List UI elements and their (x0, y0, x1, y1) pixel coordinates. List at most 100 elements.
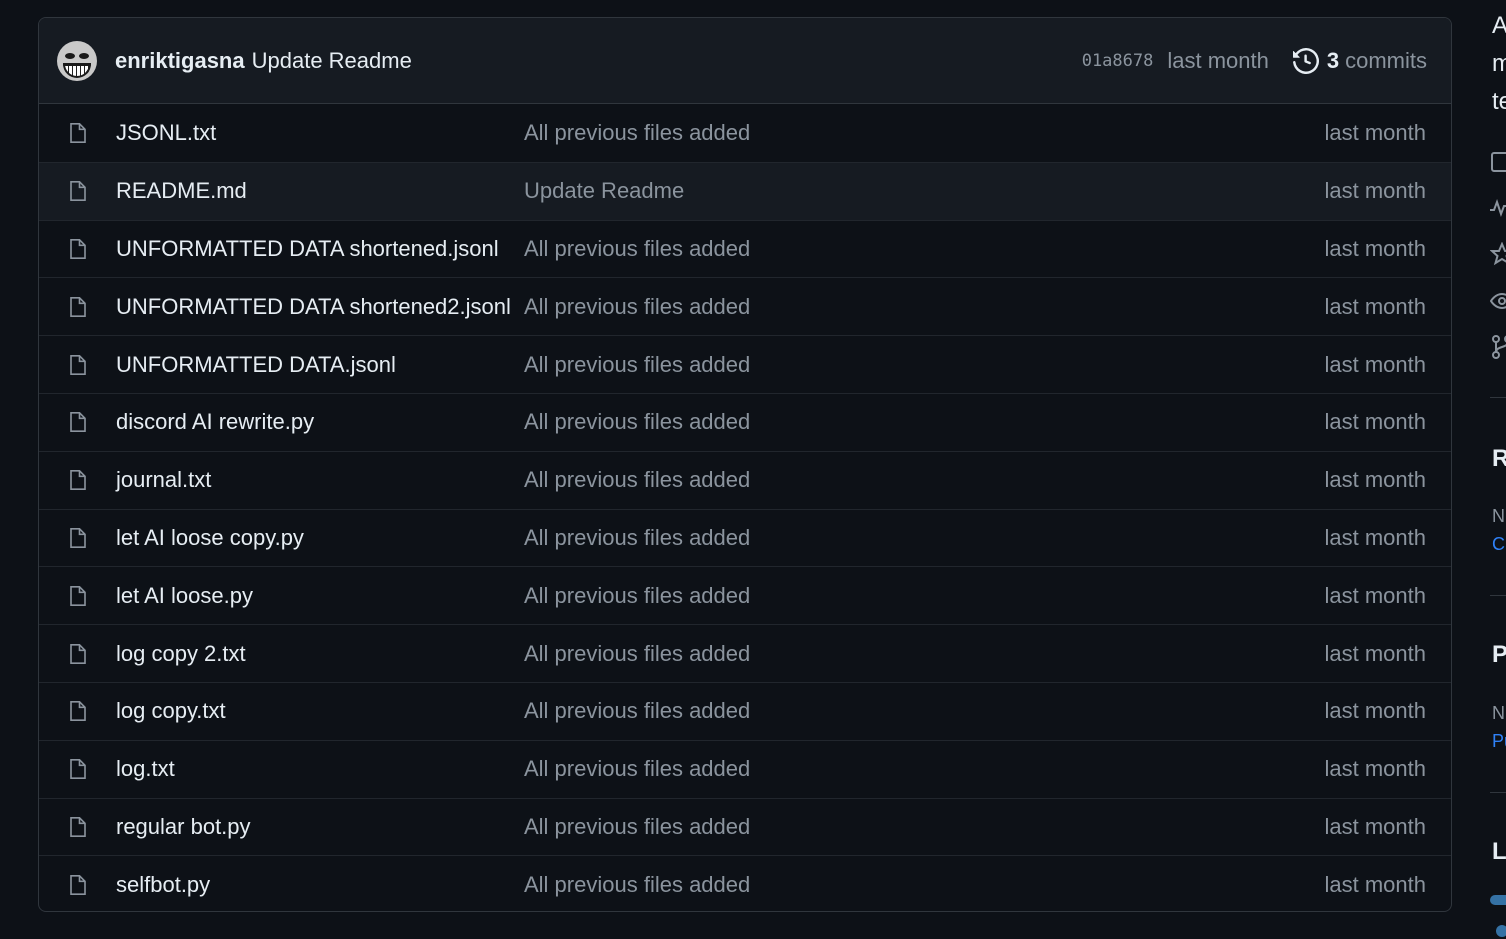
create-release-link[interactable]: Cr (1492, 534, 1506, 555)
file-commit-time: last month (1324, 871, 1427, 897)
file-row[interactable]: log copy.txt All previous files added la… (39, 681, 1451, 740)
file-row[interactable]: discord AI rewrite.py All previous files… (39, 392, 1451, 451)
file-icon (66, 410, 90, 434)
commit-sha-link[interactable]: 01a8678 (1082, 51, 1154, 71)
commits-count: 3 (1326, 47, 1340, 73)
file-commit-time: last month (1324, 409, 1427, 435)
file-icon (66, 179, 90, 203)
file-commit-message-link[interactable]: All previous files added (524, 352, 1325, 378)
file-icon (66, 757, 90, 781)
file-row[interactable]: UNFORMATTED DATA shortened2.jsonl All pr… (39, 277, 1451, 335)
releases-heading[interactable]: R (1492, 445, 1506, 473)
file-list: JSONL.txt All previous files added last … (39, 104, 1451, 911)
file-name-link[interactable]: JSONL.txt (116, 120, 524, 146)
file-icon (66, 121, 90, 145)
file-icon (66, 468, 90, 492)
file-name-link[interactable]: selfbot.py (116, 872, 524, 898)
file-icon (66, 526, 90, 550)
repository-page: enriktigasna Update Readme 01a8678 last … (0, 0, 1506, 939)
packages-heading[interactable]: P (1492, 641, 1506, 669)
pulse-icon[interactable] (1490, 196, 1506, 220)
file-name-link[interactable]: regular bot.py (116, 814, 524, 840)
file-commit-message-link[interactable]: All previous files added (524, 525, 1325, 551)
file-name-link[interactable]: let AI loose copy.py (116, 525, 524, 551)
file-commit-message-link[interactable]: All previous files added (524, 756, 1325, 782)
file-commit-message-link[interactable]: All previous files added (524, 120, 1325, 146)
packages-empty-text: N (1492, 703, 1505, 723)
file-row[interactable]: log.txt All previous files added last mo… (39, 739, 1451, 798)
languages-heading: La (1492, 838, 1506, 865)
file-commit-message-link[interactable]: All previous files added (524, 409, 1325, 435)
file-commit-time: last month (1324, 813, 1427, 839)
file-commit-message-link[interactable]: All previous files added (524, 814, 1325, 840)
file-commit-time: last month (1324, 756, 1427, 782)
file-name-link[interactable]: log.txt (116, 756, 524, 782)
commit-history-link[interactable]: 3 commits (1292, 47, 1427, 74)
file-name-link[interactable]: discord AI rewrite.py (116, 409, 524, 435)
file-commit-message-link[interactable]: All previous files added (524, 236, 1325, 262)
file-row[interactable]: let AI loose.py All previous files added… (39, 566, 1451, 624)
about-text-line: te (1492, 88, 1506, 115)
file-icon (66, 873, 90, 897)
file-icon (66, 584, 90, 608)
file-row[interactable]: let AI loose copy.py All previous files … (39, 508, 1451, 567)
file-name-link[interactable]: journal.txt (116, 467, 524, 493)
file-row[interactable]: regular bot.py All previous files added … (39, 797, 1451, 856)
file-commit-message-link[interactable]: All previous files added (524, 698, 1325, 724)
file-commit-time: last month (1324, 698, 1427, 724)
file-commit-time: last month (1324, 235, 1427, 261)
file-row[interactable]: UNFORMATTED DATA.jsonl All previous file… (39, 335, 1451, 393)
commit-time: last month (1167, 47, 1269, 73)
eye-icon[interactable] (1490, 289, 1506, 313)
file-row[interactable]: log copy 2.txt All previous files added … (39, 624, 1451, 682)
fork-icon[interactable] (1490, 335, 1506, 359)
repo-sidebar: A m te R N Cr P N Pu La (1490, 0, 1506, 939)
file-commit-time: last month (1324, 178, 1427, 204)
sidebar-divider (1490, 397, 1506, 398)
file-name-link[interactable]: log copy 2.txt (116, 641, 524, 667)
commit-author-link[interactable]: enriktigasna (115, 48, 245, 74)
commits-label: commits (1345, 47, 1427, 73)
file-commit-message-link[interactable]: All previous files added (524, 872, 1325, 898)
sidebar-divider (1490, 595, 1506, 596)
file-icon (66, 815, 90, 839)
file-commit-message-link[interactable]: All previous files added (524, 294, 1325, 320)
file-name-link[interactable]: UNFORMATTED DATA.jsonl (116, 352, 524, 378)
file-name-link[interactable]: README.md (116, 178, 524, 204)
file-commit-message-link[interactable]: Update Readme (524, 178, 1325, 204)
file-icon (66, 699, 90, 723)
file-commit-time: last month (1324, 524, 1427, 550)
avatar[interactable] (57, 40, 97, 81)
file-commit-message-link[interactable]: All previous files added (524, 641, 1325, 667)
file-row[interactable]: JSONL.txt All previous files added last … (39, 104, 1451, 162)
file-icon (66, 353, 90, 377)
file-browser: enriktigasna Update Readme 01a8678 last … (38, 17, 1452, 912)
about-text-line: m (1492, 50, 1506, 77)
book-icon[interactable] (1490, 150, 1506, 174)
file-commit-time: last month (1324, 293, 1427, 319)
publish-package-link[interactable]: Pu (1492, 731, 1506, 752)
about-text-line: A (1492, 12, 1506, 39)
file-icon (66, 642, 90, 666)
file-commit-time: last month (1324, 351, 1427, 377)
file-commit-time: last month (1324, 640, 1427, 666)
language-bar (1490, 895, 1506, 905)
file-row[interactable]: README.md Update Readme last month (39, 161, 1451, 220)
file-row[interactable]: journal.txt All previous files added las… (39, 450, 1451, 509)
latest-commit-bar: enriktigasna Update Readme 01a8678 last … (39, 18, 1451, 104)
file-name-link[interactable]: log copy.txt (116, 698, 524, 724)
file-commit-time: last month (1324, 119, 1427, 145)
star-icon[interactable] (1490, 242, 1506, 266)
file-icon (66, 237, 90, 261)
file-name-link[interactable]: UNFORMATTED DATA shortened.jsonl (116, 236, 524, 262)
history-icon (1292, 47, 1319, 74)
file-commit-message-link[interactable]: All previous files added (524, 583, 1325, 609)
file-name-link[interactable]: let AI loose.py (116, 583, 524, 609)
file-row[interactable]: selfbot.py All previous files added last… (39, 855, 1451, 911)
file-commit-message-link[interactable]: All previous files added (524, 467, 1325, 493)
file-row[interactable]: UNFORMATTED DATA shortened.jsonl All pre… (39, 219, 1451, 278)
file-name-link[interactable]: UNFORMATTED DATA shortened2.jsonl (116, 294, 524, 320)
file-icon (66, 295, 90, 319)
commit-message-link[interactable]: Update Readme (252, 48, 412, 74)
file-commit-time: last month (1324, 582, 1427, 608)
